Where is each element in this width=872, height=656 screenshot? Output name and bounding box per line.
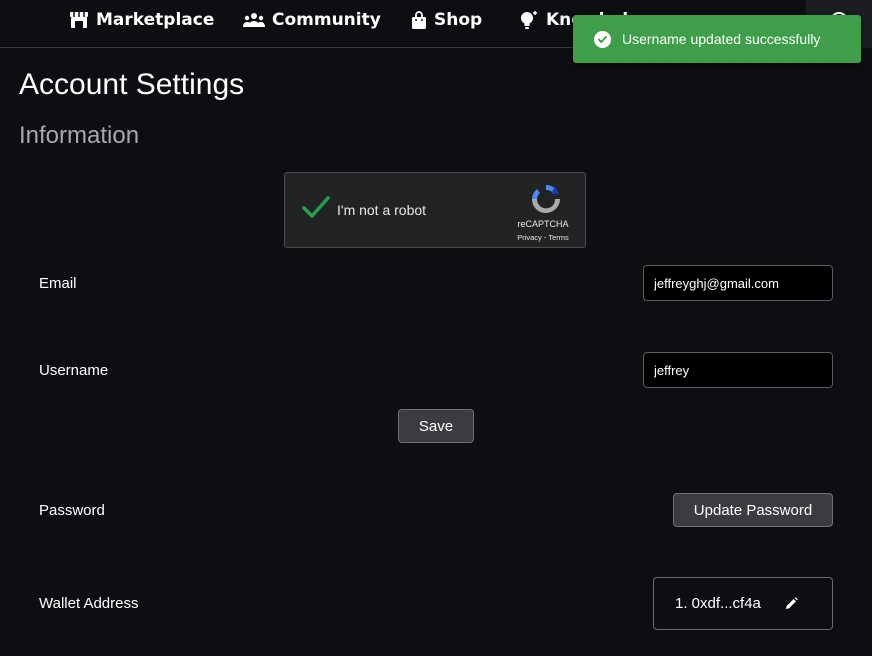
store-icon	[70, 12, 88, 28]
nav-item-label: Shop	[434, 10, 483, 30]
nav-item-marketplace[interactable]: Marketplace	[69, 8, 214, 32]
people-icon	[243, 13, 265, 27]
nav-item-label: Marketplace	[96, 10, 215, 30]
recaptcha-widget[interactable]: I'm not a robot reCAPTCHA Privacy - Term…	[284, 172, 586, 248]
update-password-button[interactable]: Update Password	[673, 493, 833, 527]
nav-item-shop[interactable]: Shop	[411, 8, 482, 32]
toast-message: Username updated successfully	[622, 31, 821, 47]
lightbulb-icon	[521, 11, 537, 29]
save-button[interactable]: Save	[398, 409, 474, 443]
email-field[interactable]	[643, 265, 833, 301]
success-toast: Username updated successfully	[573, 15, 861, 63]
recaptcha-logo-icon	[529, 182, 563, 221]
terms-link[interactable]: Terms	[548, 233, 568, 242]
privacy-link[interactable]: Privacy	[517, 233, 542, 242]
email-label: Email	[39, 275, 77, 292]
checkmark-icon[interactable]	[301, 195, 331, 226]
check-circle-icon	[594, 30, 611, 48]
wallet-address-label: Wallet Address	[39, 595, 139, 612]
wallet-address-box: 1. 0xdf...cf4a	[653, 577, 833, 630]
section-title: Information	[19, 122, 140, 149]
recaptcha-label: I'm not a robot	[337, 202, 427, 218]
shopping-bag-icon	[412, 10, 426, 29]
password-label: Password	[39, 502, 105, 519]
username-field[interactable]	[643, 352, 833, 388]
username-label: Username	[39, 362, 109, 379]
recaptcha-links: Privacy - Terms	[510, 233, 576, 242]
pencil-icon[interactable]	[785, 597, 798, 610]
recaptcha-brand: reCAPTCHA	[517, 219, 569, 229]
page-title: Account Settings	[19, 68, 245, 101]
wallet-address-value: 1. 0xdf...cf4a	[675, 595, 761, 612]
nav-item-label: Community	[272, 10, 381, 30]
nav-item-community[interactable]: Community	[243, 8, 381, 32]
